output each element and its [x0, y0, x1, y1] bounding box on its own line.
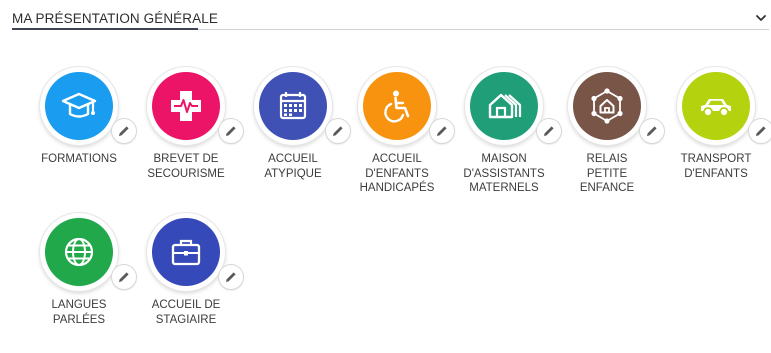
item-circle — [363, 72, 431, 140]
item-circle — [45, 72, 113, 140]
section-title: MA PRÉSENTATION GÉNÉRALE — [12, 11, 218, 26]
item-badge[interactable] — [358, 67, 454, 145]
item-badge[interactable] — [40, 213, 136, 291]
wheelchair-icon — [384, 90, 410, 123]
item-label: ACCUEIL DE STAGIAIRE — [151, 299, 221, 326]
item-label: ACCUEIL ATYPIQUE — [264, 153, 322, 180]
pencil-icon — [119, 272, 129, 282]
pencil-icon — [119, 126, 129, 136]
calendar-icon — [279, 92, 307, 120]
item-label: TRANSPORT D'ENFANTS — [680, 153, 752, 180]
item-label: BREVET DE SECOURISME — [147, 153, 225, 180]
item-badge[interactable] — [677, 67, 771, 145]
chevron-down-icon[interactable] — [755, 12, 767, 24]
item-label: ACCUEIL D'ENFANTS HANDICAPÉS — [359, 153, 435, 194]
item-accueil-de-stagiaire[interactable]: ACCUEIL DE STAGIAIRE — [131, 213, 243, 353]
item-badge[interactable] — [147, 213, 243, 291]
item-label: MAISON D'ASSISTANTS MATERNELS — [463, 153, 545, 194]
pencil-icon — [437, 126, 447, 136]
item-circle — [152, 72, 220, 140]
item-label: FORMATIONS — [41, 153, 117, 165]
item-label: LANGUES PARLÉES — [51, 299, 107, 326]
item-circle — [573, 72, 641, 140]
item-maison-assistants-maternels[interactable]: MAISON D'ASSISTANTS MATERNELS — [449, 67, 561, 207]
globe-icon — [64, 237, 94, 267]
graduation-cap-icon — [61, 92, 97, 118]
item-brevet-de-secourisme[interactable]: BREVET DE SECOURISME — [131, 67, 243, 207]
car-icon — [701, 99, 731, 117]
item-circle — [259, 72, 327, 140]
item-circle — [470, 72, 538, 140]
item-circle — [45, 218, 113, 286]
briefcase-icon — [171, 239, 201, 266]
edit-button[interactable] — [219, 265, 243, 289]
pencil-icon — [647, 126, 657, 136]
pencil-icon — [756, 126, 766, 136]
pencil-icon — [226, 126, 236, 136]
item-transport-enfants[interactable]: TRANSPORT D'ENFANTS — [661, 67, 771, 207]
pencil-icon — [226, 272, 236, 282]
medical-cross-icon — [171, 91, 201, 121]
item-badge[interactable] — [40, 67, 136, 145]
item-badge[interactable] — [147, 67, 243, 145]
item-circle — [152, 218, 220, 286]
houses-icon — [488, 93, 522, 119]
item-label: RELAIS PETITE ENFANCE — [579, 153, 635, 194]
item-badge[interactable] — [568, 67, 664, 145]
item-accueil-atypique[interactable]: ACCUEIL ATYPIQUE — [238, 67, 350, 207]
network-house-icon — [591, 88, 623, 124]
item-accueil-enfants-handicapes[interactable]: ACCUEIL D'ENFANTS HANDICAPÉS — [342, 67, 454, 207]
item-formations[interactable]: FORMATIONS — [24, 67, 136, 207]
item-badge[interactable] — [254, 67, 350, 145]
item-circle — [682, 72, 750, 140]
item-relais-petite-enfance[interactable]: RELAIS PETITE ENFANCE — [552, 67, 664, 207]
title-underline — [12, 28, 198, 30]
item-langues-parlees[interactable]: LANGUES PARLÉES — [24, 213, 136, 353]
edit-button[interactable] — [749, 119, 771, 143]
section-header[interactable]: MA PRÉSENTATION GÉNÉRALE — [12, 8, 771, 30]
item-badge[interactable] — [465, 67, 561, 145]
